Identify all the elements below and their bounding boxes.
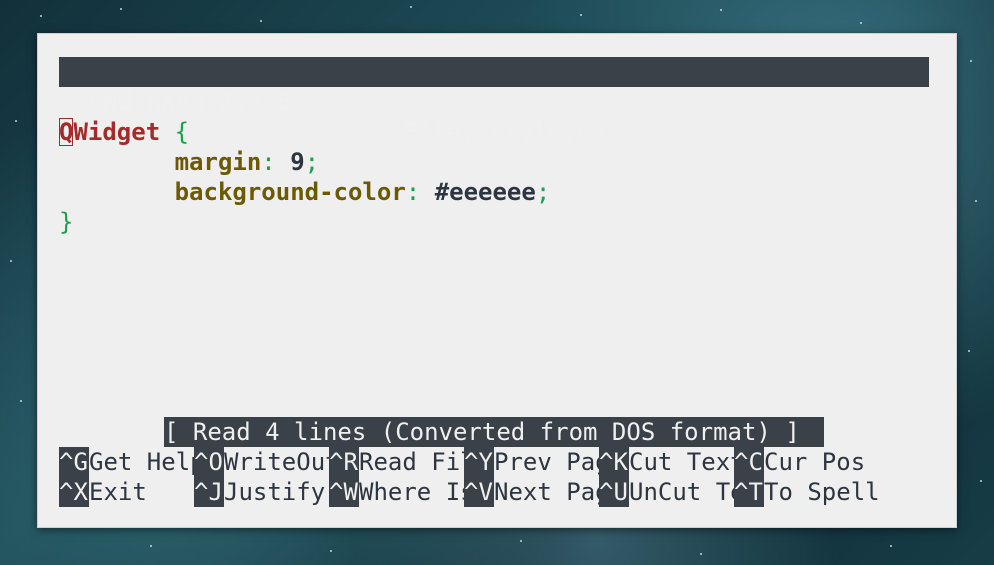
terminal-window[interactable]: GNU nano 2.2.6 File: style.css QWidget {… (37, 33, 957, 528)
nano-title-bar: GNU nano 2.2.6 File: style.css (59, 57, 929, 146)
status-message: [ Read 4 lines (Converted from DOS forma… (164, 417, 824, 447)
shortcut-key: ^J (194, 477, 224, 507)
css-value-margin: 9 (290, 148, 305, 176)
shortcut-label: Prev Page (494, 448, 599, 476)
shortcut-key: ^U (599, 477, 629, 507)
shortcut-key: ^W (329, 477, 359, 507)
text-cursor: Q (59, 118, 74, 146)
colon: : (405, 178, 421, 206)
shortcut-prev-page[interactable]: ^YPrev Page (464, 447, 599, 477)
shortcut-exit[interactable]: ^XExit (59, 477, 194, 507)
shortcut-justify[interactable]: ^JJustify (194, 477, 329, 507)
css-property-background-color: background-color (174, 178, 406, 206)
shortcut-label: Read File (359, 448, 464, 476)
shortcut-get-help[interactable]: ^GGet Help (59, 447, 194, 477)
shortcut-label: To Spell (764, 478, 880, 506)
shortcut-label: UnCut Text (629, 478, 734, 506)
shortcut-key: ^R (329, 447, 359, 477)
shortcut-read-file[interactable]: ^RRead File (329, 447, 464, 477)
nano-editor[interactable]: GNU nano 2.2.6 File: style.css QWidget {… (59, 34, 929, 527)
code-line-1[interactable]: QWidget { (59, 117, 189, 147)
close-brace: } (59, 208, 74, 236)
shortcut-key: ^T (734, 477, 764, 507)
colon: : (261, 148, 276, 176)
open-brace: { (174, 118, 190, 146)
shortcut-writeout[interactable]: ^OWriteOut (194, 447, 329, 477)
shortcut-key: ^C (734, 447, 764, 477)
shortcut-label: Next Page (494, 478, 599, 506)
semicolon: ; (304, 148, 320, 176)
shortcut-uncut-text[interactable]: ^UUnCut Text (599, 477, 734, 507)
shortcut-label: Cur Pos (764, 448, 866, 476)
shortcut-next-page[interactable]: ^VNext Page (464, 477, 599, 507)
css-property-margin: margin (174, 148, 262, 176)
code-line-3[interactable]: background-color: #eeeeee; (59, 177, 551, 207)
shortcut-label: Exit (89, 478, 147, 506)
semicolon: ; (535, 178, 551, 206)
shortcut-cut-text[interactable]: ^KCut Text (599, 447, 734, 477)
shortcut-label: Where Is (359, 478, 464, 506)
shortcut-label: Justify (224, 478, 326, 506)
shortcut-cur-pos[interactable]: ^CCur Pos (734, 447, 869, 477)
shortcut-key: ^G (59, 447, 89, 477)
shortcut-key: ^V (464, 477, 494, 507)
code-line-2[interactable]: margin: 9; (59, 147, 320, 177)
shortcut-to-spell[interactable]: ^TTo Spell (734, 477, 899, 507)
program-version: GNU nano 2.2.6 (89, 88, 292, 116)
shortcut-label: Get Help (89, 448, 194, 476)
shortcut-key: ^O (194, 447, 224, 477)
css-value-background-color: #eeeeee (434, 178, 536, 206)
file-name: File: style.css (403, 118, 620, 146)
shortcut-label: Cut Text (629, 448, 734, 476)
code-line-4[interactable]: } (59, 207, 73, 237)
shortcut-key: ^K (599, 447, 629, 477)
shortcut-key: ^X (59, 477, 89, 507)
css-selector: Widget (73, 118, 161, 146)
shortcut-key: ^Y (464, 447, 494, 477)
shortcut-label: WriteOut (224, 448, 329, 476)
shortcut-where-is[interactable]: ^WWhere Is (329, 477, 464, 507)
